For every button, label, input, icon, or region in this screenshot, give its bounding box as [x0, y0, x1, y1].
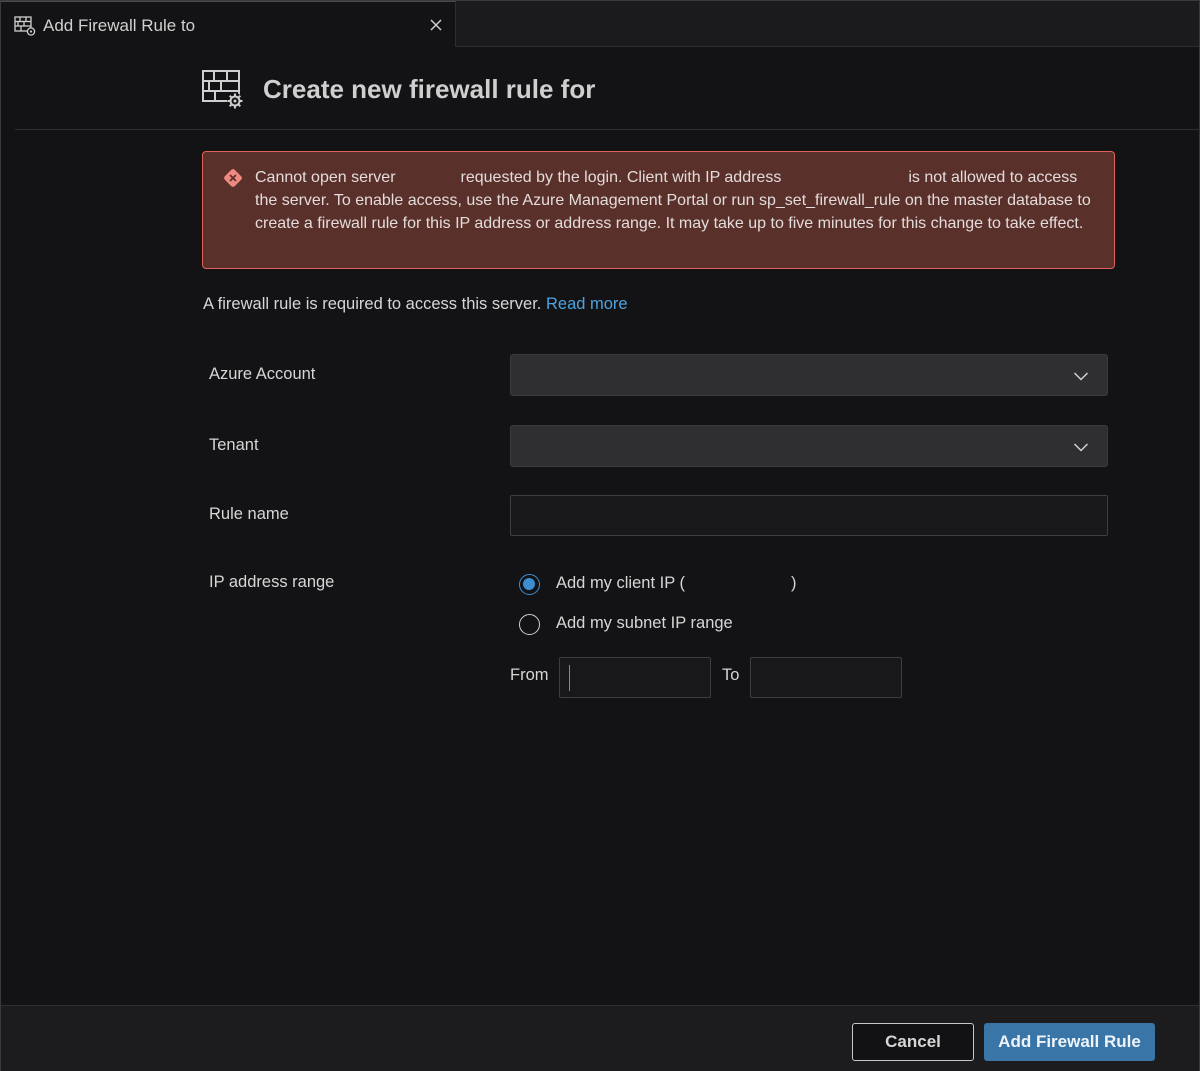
- error-text-part1: Cannot open server: [255, 169, 396, 186]
- read-more-link[interactable]: Read more: [546, 295, 628, 313]
- to-label: To: [722, 666, 740, 684]
- header-divider: [15, 129, 1200, 130]
- subnet-ip-option-label[interactable]: Add my subnet IP range: [556, 614, 733, 633]
- text-caret: [569, 665, 570, 691]
- rule-name-label: Rule name: [209, 505, 289, 523]
- subnet-ip-radio[interactable]: [519, 614, 540, 635]
- tab-bar: Add Firewall Rule to: [1, 1, 1199, 47]
- ip-range-label: IP address range: [209, 573, 335, 591]
- from-label: From: [510, 666, 549, 684]
- error-icon: [222, 167, 244, 189]
- page-title: Create new firewall rule for: [263, 74, 596, 104]
- client-ip-suffix: ): [791, 574, 797, 592]
- from-ip-input[interactable]: [559, 657, 711, 698]
- azure-account-label: Azure Account: [209, 365, 316, 383]
- tenant-label: Tenant: [209, 436, 259, 454]
- close-icon[interactable]: [428, 17, 444, 33]
- chevron-down-icon: [1073, 439, 1089, 455]
- tab-title: Add Firewall Rule to: [43, 16, 196, 35]
- firewall-icon: [14, 16, 36, 36]
- dialog-window: Add Firewall Rule to Create new firewall…: [0, 0, 1200, 1071]
- info-line: A firewall rule is required to access th…: [203, 295, 628, 314]
- chevron-down-icon: [1073, 368, 1089, 384]
- tab-add-firewall-rule[interactable]: Add Firewall Rule to: [1, 1, 456, 47]
- rule-name-input[interactable]: [510, 495, 1108, 536]
- client-ip-option-label[interactable]: Add my client IP (): [556, 574, 797, 593]
- error-message: Cannot open server requested by the login…: [255, 166, 1095, 235]
- client-ip-radio[interactable]: [519, 574, 540, 595]
- add-firewall-rule-button[interactable]: Add Firewall Rule: [984, 1023, 1155, 1061]
- to-ip-input[interactable]: [750, 657, 902, 698]
- error-banner: Cannot open server requested by the login…: [202, 151, 1115, 269]
- cancel-button[interactable]: Cancel: [852, 1023, 974, 1061]
- error-text-part2: requested by the login. Client with IP a…: [460, 169, 782, 186]
- client-ip-prefix: Add my client IP (: [556, 574, 685, 592]
- info-text: A firewall rule is required to access th…: [203, 295, 542, 313]
- dialog-footer: Cancel Add Firewall Rule: [1, 1005, 1199, 1071]
- firewall-settings-icon: [201, 69, 245, 111]
- tenant-dropdown[interactable]: [510, 425, 1108, 467]
- azure-account-dropdown[interactable]: [510, 354, 1108, 396]
